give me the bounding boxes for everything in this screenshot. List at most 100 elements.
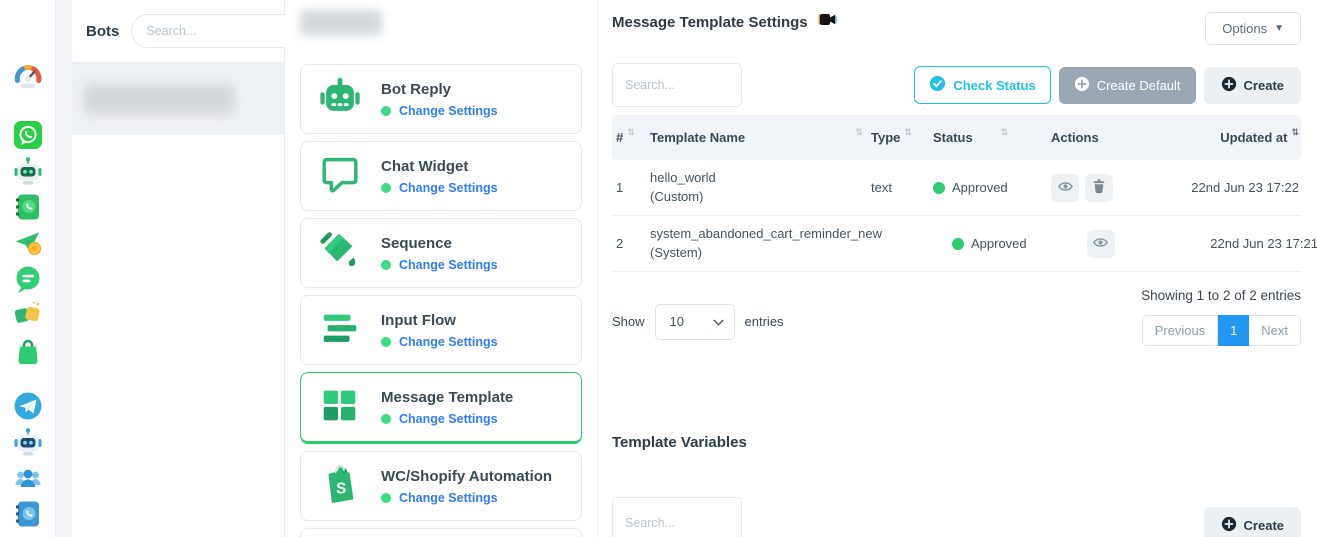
card-title: Bot Reply — [381, 81, 498, 98]
bots-panel-title: Bots — [86, 23, 119, 40]
robot-icon — [317, 74, 363, 125]
left-icon-rail — [0, 0, 56, 537]
settings-card-message-template[interactable]: Message Template Change Settings — [300, 372, 582, 444]
approved-status-dot — [933, 182, 945, 194]
app-window: Bots Bot Reply Cha — [0, 0, 1317, 537]
settings-card-wc-shopify[interactable]: S WC/Shopify Automation Change Settings — [300, 451, 582, 521]
column-header-status[interactable]: Status⇅ — [929, 130, 1047, 145]
page-size-select[interactable]: 10 — [655, 304, 735, 340]
telegram-icon[interactable] — [13, 391, 43, 421]
bot-blue-icon[interactable] — [13, 427, 43, 457]
change-settings-link[interactable]: Change Settings — [399, 258, 498, 272]
status-dot — [381, 493, 391, 503]
template-origin: (System) — [650, 244, 882, 263]
settings-card-sequence[interactable]: Sequence Change Settings — [300, 218, 582, 288]
template-name-cell: hello_world (Custom) — [646, 169, 867, 207]
bars-icon — [317, 305, 363, 356]
change-settings-link[interactable]: Change Settings — [399, 491, 498, 505]
pagination: Previous 1 Next — [1142, 315, 1301, 346]
template-name: system_abandoned_cart_reminder_new — [650, 225, 882, 244]
page-1-button[interactable]: 1 — [1218, 315, 1249, 346]
change-settings-link[interactable]: Change Settings — [399, 104, 498, 118]
create-default-button[interactable]: Create Default — [1059, 67, 1196, 104]
eye-icon — [1092, 234, 1109, 254]
previous-page-button[interactable]: Previous — [1142, 315, 1219, 346]
trash-icon — [1091, 178, 1107, 197]
integration-hands-icon[interactable] — [13, 300, 43, 330]
grid-squares-icon — [317, 382, 363, 433]
check-status-button[interactable]: Check Status — [914, 66, 1050, 104]
entries-label: entries — [745, 314, 784, 329]
options-button[interactable]: Options▼ — [1205, 12, 1301, 45]
bot-list-item-selected[interactable] — [72, 62, 284, 135]
updated-at: 22nd Jun 23 17:21 — [1172, 236, 1317, 251]
plus-circle-icon — [1074, 76, 1090, 95]
settings-card-partial — [300, 528, 582, 537]
whatsapp-icon[interactable] — [13, 120, 43, 150]
card-title: Sequence — [381, 235, 498, 252]
template-variables-search-input[interactable] — [612, 497, 742, 537]
view-button[interactable] — [1051, 174, 1079, 202]
plus-circle-icon — [1221, 76, 1237, 95]
eye-icon — [1057, 178, 1074, 198]
status-cell: Approved — [929, 180, 1047, 195]
card-title: Chat Widget — [381, 158, 498, 175]
main-panel: Message Template Settings Options▼ — [598, 0, 1317, 537]
templates-table: #⇅ Template Name⇅ Type⇅ Status⇅ Actions … — [612, 115, 1301, 272]
change-settings-link[interactable]: Change Settings — [399, 181, 498, 195]
status-dot — [381, 183, 391, 193]
video-camera-icon[interactable] — [818, 12, 837, 32]
view-button[interactable] — [1087, 230, 1115, 258]
broadcast-plane-coin-icon[interactable] — [13, 228, 43, 258]
template-search-input[interactable] — [612, 63, 742, 107]
settings-card-bot-reply[interactable]: Bot Reply Change Settings — [300, 64, 582, 134]
template-name-cell: system_abandoned_cart_reminder_new (Syst… — [646, 225, 886, 263]
panel-gutter — [56, 0, 72, 537]
settings-card-input-flow[interactable]: Input Flow Change Settings — [300, 295, 582, 365]
dashboard-speedometer-icon[interactable] — [13, 62, 43, 92]
chevron-down-icon — [713, 314, 724, 329]
template-name: hello_world — [650, 169, 863, 188]
group-people-blue-icon[interactable] — [13, 463, 43, 493]
plus-circle-icon — [1221, 516, 1237, 535]
create-variable-button[interactable]: Create — [1204, 507, 1301, 537]
panel-title-redacted — [300, 10, 382, 35]
create-button[interactable]: Create — [1204, 67, 1301, 104]
shop-bag-green-icon[interactable] — [13, 336, 43, 366]
sort-icon: ⇅ — [904, 127, 912, 138]
chat-widget-icon — [317, 151, 363, 202]
template-variables-section: Template Variables Create — [612, 434, 1301, 537]
svg-text:S: S — [336, 480, 346, 497]
status-label: Approved — [952, 180, 1008, 195]
change-settings-link[interactable]: Change Settings — [399, 335, 498, 349]
status-dot — [381, 260, 391, 270]
column-header-num[interactable]: #⇅ — [612, 130, 646, 145]
bot-green-icon[interactable] — [13, 156, 43, 186]
column-header-type[interactable]: Type⇅ — [867, 130, 929, 145]
chevron-down-icon: ▼ — [1274, 23, 1284, 34]
showing-entries-text: Showing 1 to 2 of 2 entries — [1141, 288, 1301, 303]
bot-name-redacted — [84, 84, 234, 114]
change-settings-link[interactable]: Change Settings — [399, 412, 498, 426]
table-row: 2 system_abandoned_cart_reminder_new (Sy… — [612, 216, 1301, 272]
show-label: Show — [612, 314, 645, 329]
column-header-actions: Actions — [1047, 130, 1153, 145]
row-number: 2 — [612, 236, 646, 251]
sort-icon: ⇅ — [1291, 127, 1299, 138]
status-cell: Approved — [948, 236, 1066, 251]
shopify-bag-icon: S — [317, 461, 363, 512]
table-header-row: #⇅ Template Name⇅ Type⇅ Status⇅ Actions … — [612, 115, 1301, 160]
settings-card-chat-widget[interactable]: Chat Widget Change Settings — [300, 141, 582, 211]
contacts-book-blue-icon[interactable] — [13, 499, 43, 529]
page-title: Message Template Settings — [612, 14, 808, 31]
next-page-button[interactable]: Next — [1249, 315, 1301, 346]
column-header-updated-at[interactable]: Updated at⇅ — [1153, 130, 1301, 145]
chat-bubble-green-icon[interactable] — [13, 264, 43, 294]
row-number: 1 — [612, 180, 646, 195]
delete-button[interactable] — [1085, 174, 1113, 202]
template-variables-heading: Template Variables — [612, 434, 1301, 451]
updated-at: 22nd Jun 23 17:22 — [1153, 180, 1301, 195]
status-dot — [381, 106, 391, 116]
column-header-template-name[interactable]: Template Name⇅ — [646, 130, 867, 145]
contacts-book-green-icon[interactable] — [13, 192, 43, 222]
